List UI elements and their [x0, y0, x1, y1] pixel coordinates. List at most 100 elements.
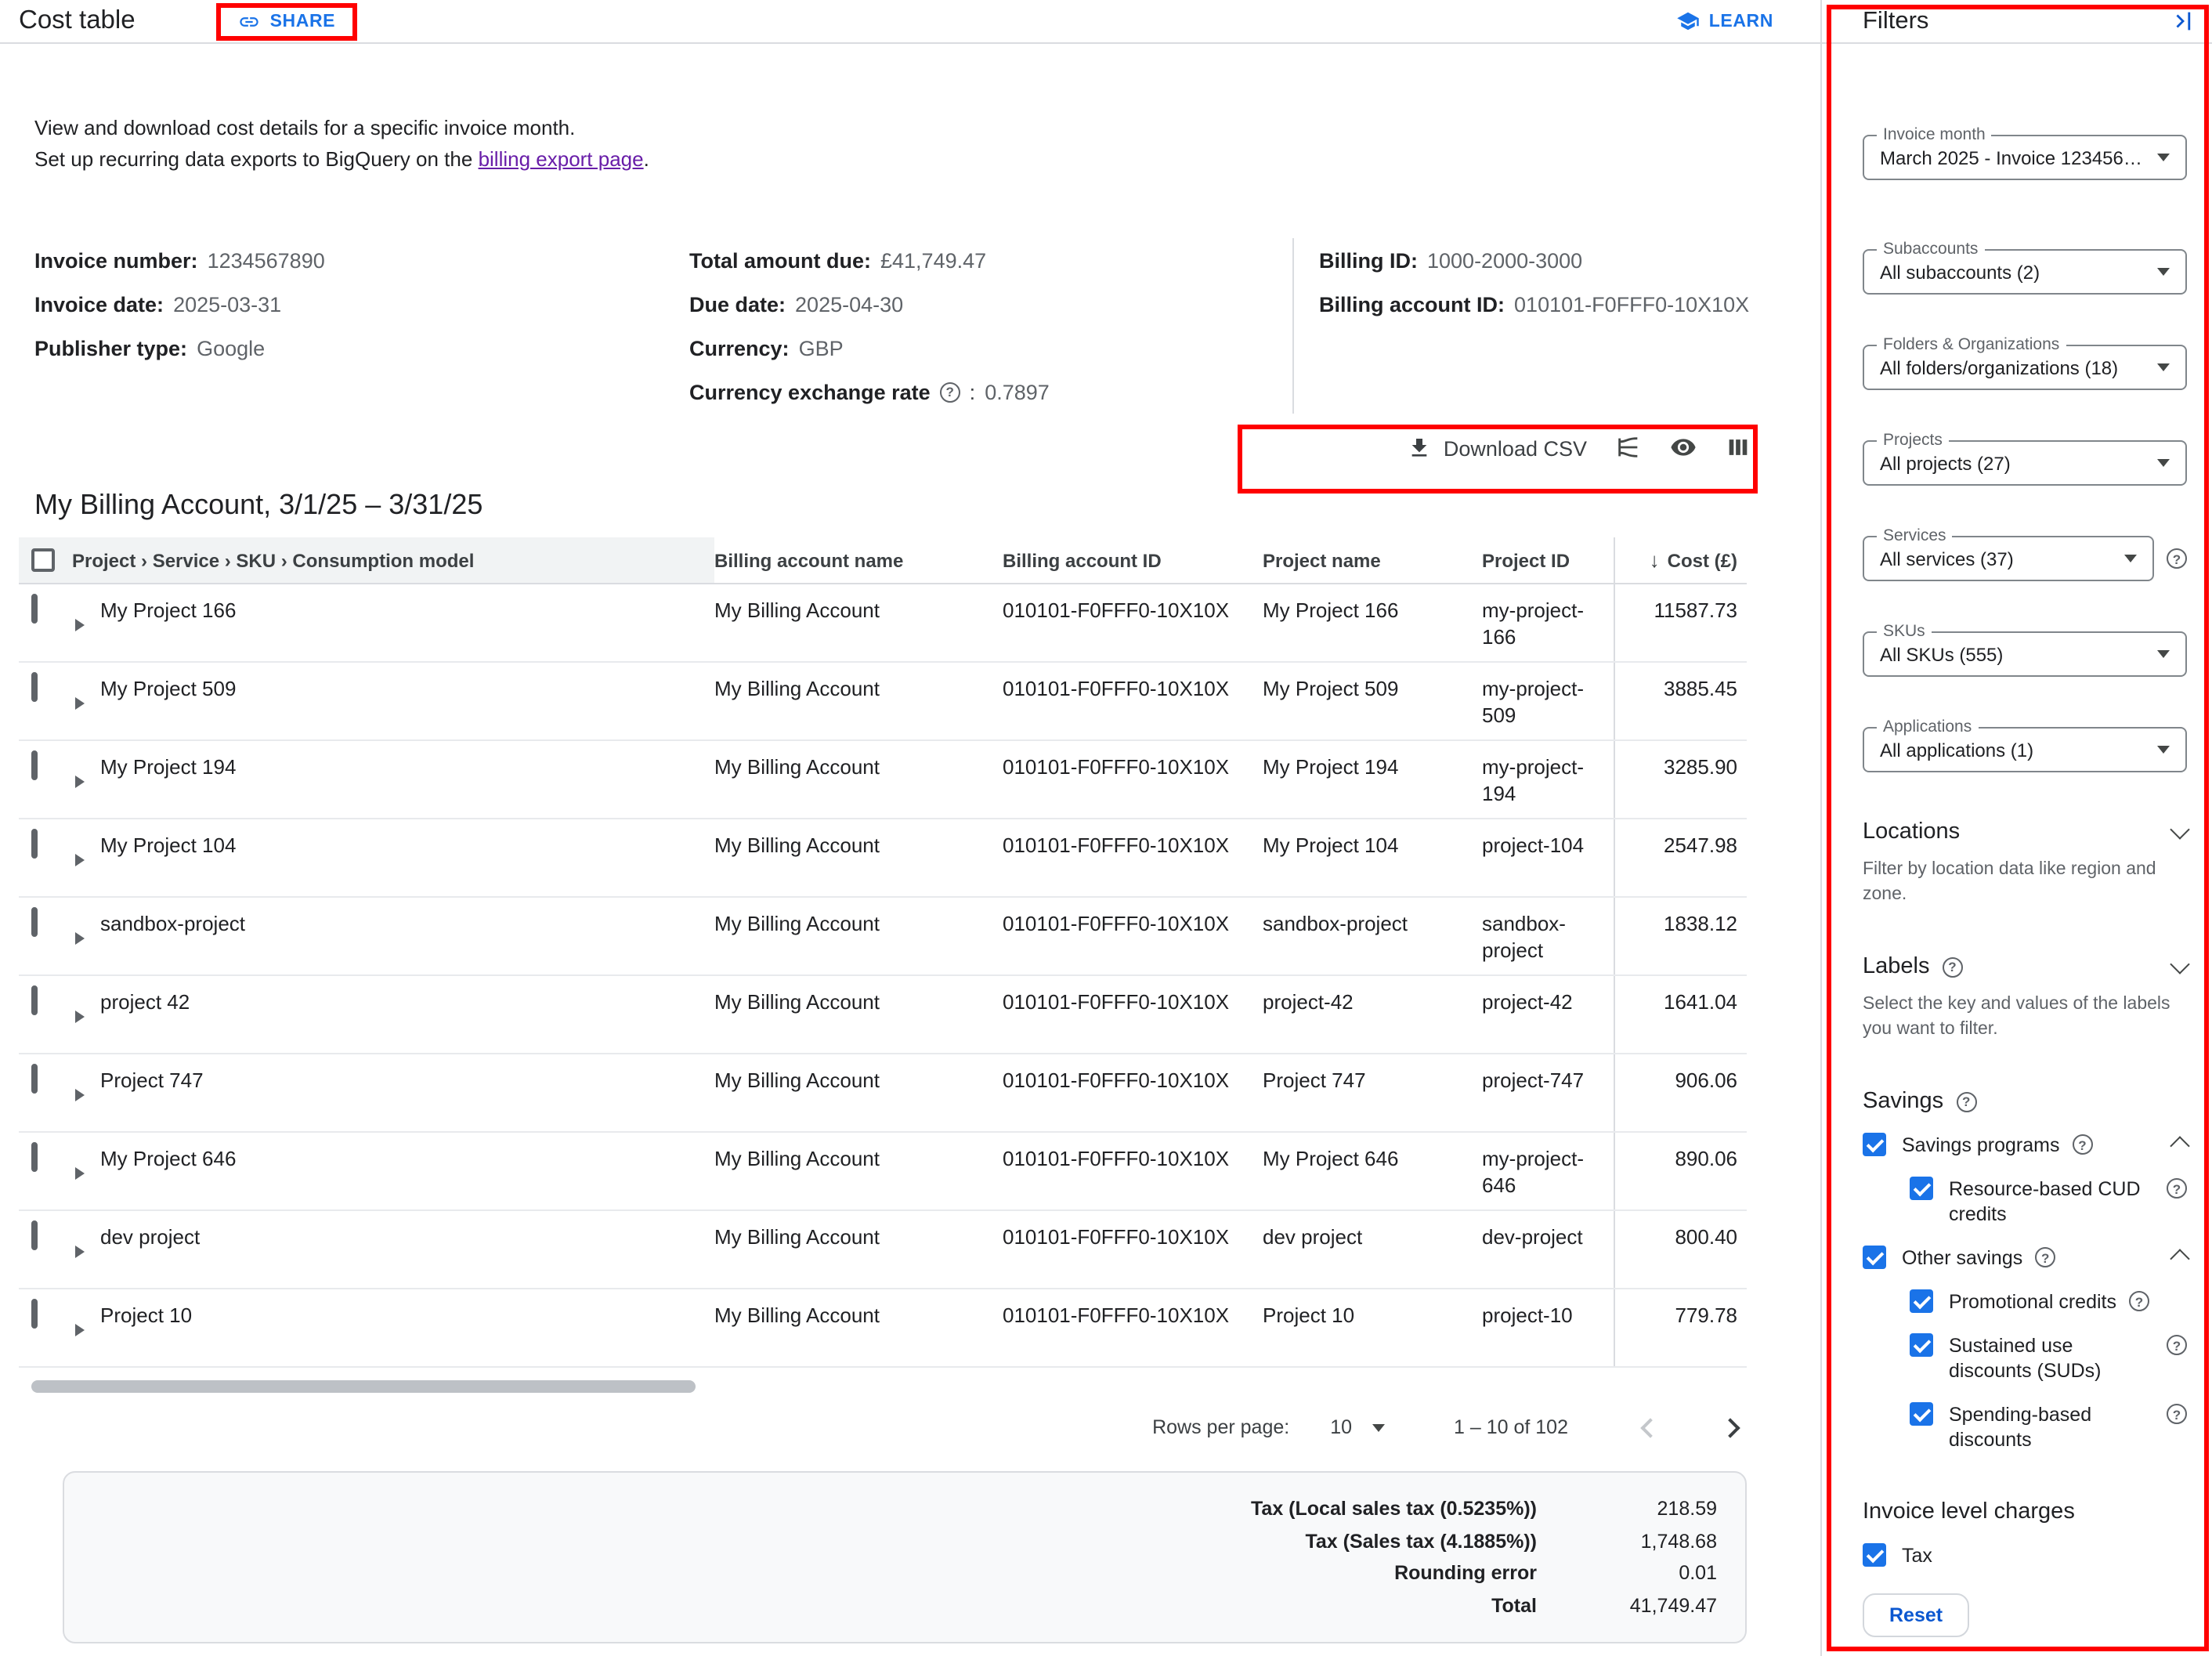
expand-row-icon[interactable] — [75, 1324, 85, 1336]
expand-row-icon[interactable] — [75, 776, 85, 788]
filter-projects[interactable]: Projects All projects (27) — [1863, 440, 2187, 486]
filters-header: Filters — [1822, 0, 2212, 44]
labels-header[interactable]: Labels ? — [1863, 954, 2187, 979]
table-row: sandbox-project My Billing Account 01010… — [19, 898, 1747, 976]
help-icon[interactable]: ? — [1956, 1091, 1976, 1112]
chevron-up-icon[interactable] — [2170, 1136, 2189, 1155]
expand-row-icon[interactable] — [75, 854, 85, 866]
table-header: Project › Service › SKU › Consumption mo… — [19, 537, 1747, 584]
learn-school-icon — [1676, 9, 1700, 33]
row-checkbox[interactable] — [31, 829, 38, 859]
help-icon[interactable]: ? — [2035, 1247, 2055, 1267]
next-page-button[interactable] — [1720, 1417, 1740, 1437]
show-hide-columns-button[interactable] — [1670, 434, 1697, 462]
top-app-bar: Cost table SHARE LEARN — [0, 0, 1820, 44]
table-row: My Project 646 My Billing Account 010101… — [19, 1133, 1747, 1211]
chevron-up-icon[interactable] — [2170, 1249, 2189, 1268]
cell-project-tree: sandbox-project — [100, 912, 245, 938]
collapse-filters-button[interactable] — [2170, 7, 2196, 35]
help-icon[interactable]: ? — [2129, 1291, 2149, 1311]
filter-services-row: Services All services (37) ? — [1863, 536, 2187, 581]
column-settings-button[interactable] — [1725, 434, 1751, 462]
locations-description: Filter by location data like region and … — [1863, 857, 2187, 907]
expand-row-icon[interactable] — [75, 1246, 85, 1258]
promotional-credits-checkbox[interactable] — [1910, 1289, 1933, 1313]
expand-row-icon[interactable] — [75, 697, 85, 710]
highlight-share-box: SHARE — [217, 2, 358, 40]
filter-value: March 2025 - Invoice 12345678… — [1880, 146, 2148, 168]
cell-cost: 779.78 — [1614, 1289, 1747, 1366]
chevron-down-icon — [2170, 953, 2189, 973]
help-icon[interactable]: ? — [2167, 1404, 2187, 1424]
total-due-value: £41,749.47 — [880, 248, 986, 272]
rows-per-page-select[interactable]: 10 — [1330, 1416, 1385, 1438]
table-row: My Project 194 My Billing Account 010101… — [19, 741, 1747, 819]
locations-header[interactable]: Locations — [1863, 819, 2187, 844]
expand-row-icon[interactable] — [75, 1167, 85, 1180]
savings-header: Savings ? — [1863, 1089, 2187, 1114]
row-checkbox[interactable] — [31, 672, 38, 702]
row-checkbox[interactable] — [31, 750, 38, 780]
col-header-project-name: Project name — [1263, 537, 1482, 583]
cell-project-tree: My Project 509 — [100, 677, 236, 703]
savings-programs-checkbox[interactable] — [1863, 1133, 1886, 1156]
expand-row-icon[interactable] — [75, 619, 85, 631]
row-checkbox[interactable] — [31, 907, 38, 937]
intro-line2-suffix: . — [644, 147, 649, 171]
row-checkbox[interactable] — [31, 985, 38, 1015]
invoice-level-charges-title: Invoice level charges — [1863, 1499, 2075, 1524]
help-icon[interactable]: ? — [2167, 1178, 2187, 1199]
help-icon[interactable]: ? — [940, 381, 960, 402]
cost-header-label: Cost (£) — [1668, 549, 1737, 571]
filter-applications[interactable]: Applications All applications (1) — [1863, 727, 2187, 772]
tax-checkbox[interactable] — [1863, 1543, 1886, 1567]
select-all-checkbox[interactable] — [31, 548, 55, 572]
billing-export-link[interactable]: billing export page — [479, 147, 644, 171]
help-icon[interactable]: ? — [2073, 1134, 2093, 1155]
row-checkbox[interactable] — [31, 1142, 38, 1172]
previous-page-button[interactable] — [1640, 1417, 1660, 1437]
filter-invoice-month[interactable]: Invoice month March 2025 - Invoice 12345… — [1863, 135, 2187, 180]
billing-account-id-label: Billing account ID: — [1319, 292, 1505, 316]
filter-label: Subaccounts — [1877, 240, 1984, 259]
learn-label: LEARN — [1709, 12, 1773, 31]
cell-project-tree: dev project — [100, 1225, 200, 1251]
exchange-rate-label: Currency exchange rate — [689, 380, 931, 403]
expand-row-icon[interactable] — [75, 932, 85, 945]
pagination: Rows per page: 10 1 – 10 of 102 — [19, 1405, 1747, 1449]
spending-based-discounts-checkbox[interactable] — [1910, 1402, 1933, 1426]
sankey-chart-button[interactable] — [1615, 434, 1642, 462]
col-header-cost[interactable]: ↓ Cost (£) — [1614, 537, 1747, 583]
page-range-label: 1 – 10 of 102 — [1454, 1416, 1568, 1438]
expand-row-icon[interactable] — [75, 1089, 85, 1101]
row-checkbox[interactable] — [31, 594, 38, 624]
other-savings-checkbox[interactable] — [1863, 1246, 1886, 1269]
horizontal-scrollbar-thumb[interactable] — [31, 1380, 696, 1393]
cell-project-tree: My Project 646 — [100, 1147, 236, 1173]
expand-row-icon[interactable] — [75, 1011, 85, 1023]
filter-subaccounts[interactable]: Subaccounts All subaccounts (2) — [1863, 249, 2187, 295]
dropdown-arrow-icon — [1372, 1423, 1385, 1431]
rows-per-page-label: Rows per page: — [1152, 1416, 1289, 1438]
help-icon[interactable]: ? — [1942, 956, 1962, 977]
labels-title: Labels — [1863, 954, 1929, 979]
filter-folders-organizations[interactable]: Folders & Organizations All folders/orga… — [1863, 345, 2187, 390]
row-checkbox[interactable] — [31, 1064, 38, 1094]
total-due-label: Total amount due: — [689, 248, 871, 272]
row-checkbox[interactable] — [31, 1299, 38, 1329]
cell-cost: 3885.45 — [1614, 663, 1747, 739]
learn-button[interactable]: LEARN — [1676, 9, 1773, 33]
download-csv-button[interactable]: Download CSV — [1408, 436, 1587, 461]
row-checkbox[interactable] — [31, 1220, 38, 1250]
due-date-value: 2025-04-30 — [795, 292, 903, 316]
locations-section: Locations Filter by location data like r… — [1863, 819, 2187, 907]
filter-skus[interactable]: SKUs All SKUs (555) — [1863, 631, 2187, 677]
help-icon[interactable]: ? — [2167, 1335, 2187, 1355]
resource-cud-credits-checkbox[interactable] — [1910, 1177, 1933, 1200]
reset-filters-button[interactable]: Reset — [1863, 1593, 1969, 1637]
filter-value: All applications (1) — [1880, 739, 2148, 761]
sustained-use-discounts-checkbox[interactable] — [1910, 1333, 1933, 1357]
filter-services[interactable]: Services All services (37) — [1863, 536, 2154, 581]
share-button[interactable]: SHARE — [239, 10, 336, 32]
help-icon[interactable]: ? — [2167, 548, 2187, 569]
